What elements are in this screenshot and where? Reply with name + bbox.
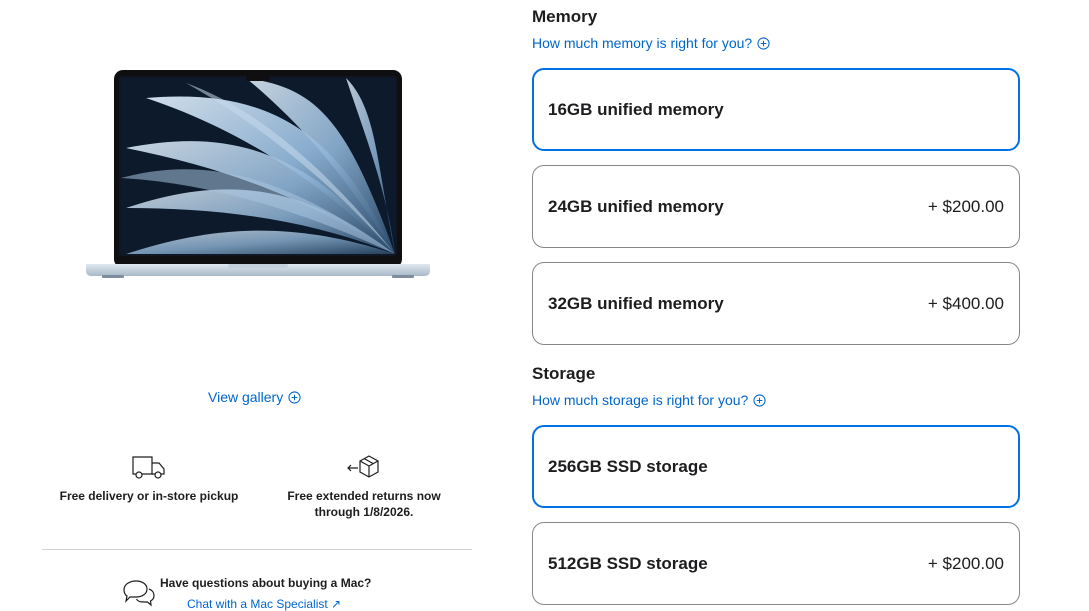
perk-returns-line2: through 1/8/2026. (314, 505, 414, 519)
memory-option-label: 32GB unified memory (548, 293, 724, 313)
storage-help-link-label: How much storage is right for you? (532, 392, 749, 408)
help-question: Have questions about buying a Mac? (160, 576, 372, 590)
storage-help-link[interactable]: How much storage is right for you? (532, 392, 766, 408)
view-gallery-label: View gallery (208, 389, 284, 405)
plus-circle-icon (753, 393, 766, 407)
perk-delivery-text: Free delivery or in-store pickup (59, 489, 239, 503)
perk-delivery: Free delivery or in-store pickup (54, 452, 244, 504)
storage-section-title: Storage (532, 364, 596, 383)
memory-option-price: + $400.00 (927, 293, 1004, 313)
perk-returns-line1: Free extended returns now (287, 489, 441, 503)
storage-option-price: + $200.00 (927, 553, 1004, 573)
memory-option-16gb[interactable]: 16GB unified memory (532, 68, 1020, 151)
memory-section-title: Memory (532, 7, 598, 26)
memory-option-32gb[interactable]: 32GB unified memory + $400.00 (532, 262, 1020, 345)
perk-returns: Free extended returns now through 1/8/20… (270, 452, 458, 520)
macbook-air-product-image (86, 70, 430, 278)
memory-option-label: 24GB unified memory (548, 196, 724, 216)
chat-bubbles-icon (123, 580, 155, 607)
plus-circle-icon (757, 36, 770, 50)
memory-option-label: 16GB unified memory (548, 99, 724, 119)
storage-option-label: 256GB SSD storage (548, 456, 708, 476)
return-box-icon (347, 455, 379, 478)
plus-circle-icon (288, 390, 301, 404)
memory-option-24gb[interactable]: 24GB unified memory + $200.00 (532, 165, 1020, 248)
chat-specialist-link[interactable]: Chat with a Mac Specialist ↗ (187, 597, 341, 611)
memory-option-price: + $200.00 (927, 196, 1004, 216)
storage-option-label: 512GB SSD storage (548, 553, 708, 573)
section-divider (42, 549, 472, 550)
delivery-truck-icon (132, 456, 165, 479)
storage-option-512gb[interactable]: 512GB SSD storage + $200.00 (532, 522, 1020, 605)
view-gallery-link[interactable]: View gallery (208, 389, 301, 405)
storage-option-256gb[interactable]: 256GB SSD storage (532, 425, 1020, 508)
memory-help-link[interactable]: How much memory is right for you? (532, 35, 770, 51)
memory-help-link-label: How much memory is right for you? (532, 35, 753, 51)
